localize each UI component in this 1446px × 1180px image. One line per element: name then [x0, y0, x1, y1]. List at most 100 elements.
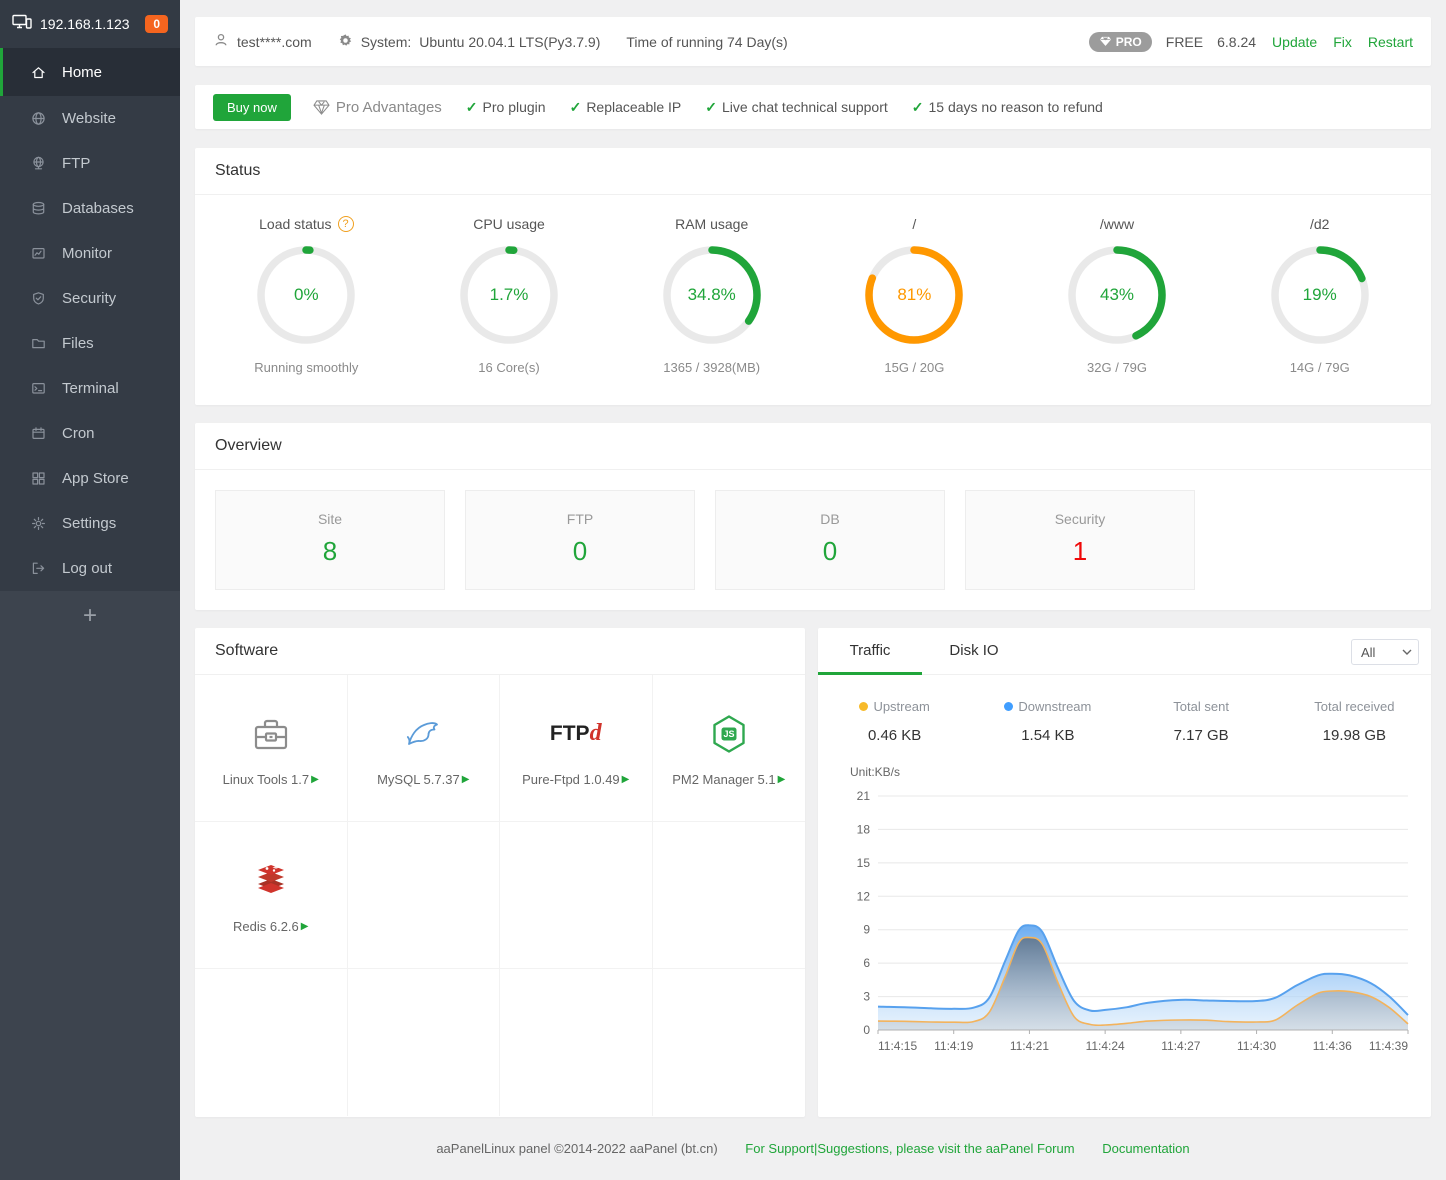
pro-advantages: Pro Advantages	[313, 99, 442, 116]
copyright: aaPanelLinux panel ©2014-2022 aaPanel (b…	[436, 1141, 717, 1156]
sidebar: 192.168.1.123 0 Home Website FTPDatabasesM…	[0, 0, 180, 1180]
overview-label: DB	[716, 511, 944, 527]
globe-icon	[30, 110, 47, 127]
overview-card-security[interactable]: Security1	[965, 490, 1195, 590]
sidebar-item-app-store[interactable]: App Store	[0, 456, 180, 501]
svg-text:0: 0	[863, 1023, 870, 1037]
svg-text:11:4:15: 11:4:15	[878, 1039, 917, 1053]
sidebar-item-ftp[interactable]: FTP	[0, 141, 180, 186]
system-group: System: Ubuntu 20.04.1 LTS(Py3.7.9)	[338, 33, 601, 51]
update-link[interactable]: Update	[1272, 34, 1317, 50]
svg-text:Unit:KB/s: Unit:KB/s	[850, 765, 900, 779]
svg-text:11:4:27: 11:4:27	[1161, 1039, 1200, 1053]
gauge-: /81%15G / 20G	[813, 213, 1016, 375]
svg-text:15: 15	[857, 856, 871, 870]
promo-feature-pro-plugin: ✓Pro plugin	[466, 99, 546, 116]
gauge-value: 0%	[254, 243, 358, 347]
promo-feature-live-chat-technical-support: ✓Live chat technical support	[705, 99, 888, 116]
traffic-card: TrafficDisk IO All Upstream0.46 KBDownst…	[818, 628, 1431, 1117]
terminal-icon	[30, 380, 47, 397]
gauge-ring: 34.8%	[660, 243, 764, 347]
panel-version: 6.8.24	[1217, 34, 1256, 50]
buy-now-button[interactable]: Buy now	[213, 94, 291, 121]
overview-card-site[interactable]: Site8	[215, 490, 445, 590]
svg-text:9: 9	[863, 923, 870, 937]
tab-disk-io[interactable]: Disk IO	[922, 628, 1026, 674]
sidebar-item-security[interactable]: Security	[0, 276, 180, 321]
traffic-tabs: TrafficDisk IO	[818, 628, 1431, 675]
sidebar-item-settings[interactable]: Settings	[0, 501, 180, 546]
software-name-text: Linux Tools 1.7	[223, 772, 310, 787]
software-grid: Linux Tools 1.7▶MySQL 5.7.37▶FTPdPure-Ft…	[195, 675, 805, 1116]
top-bar-right: PRO FREE 6.8.24 Update Fix Restart	[1089, 32, 1413, 52]
computer-icon	[12, 14, 32, 35]
software-item-pm2-manager-5-1[interactable]: JSPM2 Manager 5.1▶	[653, 675, 806, 822]
software-empty-cell	[653, 969, 806, 1116]
ftp-icon	[30, 155, 47, 172]
sidebar-item-terminal[interactable]: Terminal	[0, 366, 180, 411]
gauge-sub: 32G / 79G	[1016, 360, 1219, 375]
sidebar-item-label: Terminal	[62, 380, 119, 397]
tab-traffic[interactable]: Traffic	[818, 628, 922, 674]
gauge-cpu-usage: CPU usage1.7%16 Core(s)	[408, 213, 611, 375]
software-item-mysql-5-7-37[interactable]: MySQL 5.7.37▶	[348, 675, 501, 822]
play-icon: ▶	[462, 774, 470, 785]
sidebar-item-label: Website	[62, 110, 116, 127]
software-name-text: PM2 Manager 5.1	[672, 772, 775, 787]
gauge-label: CPU usage	[408, 213, 611, 235]
main-content: test****.com System: Ubuntu 20.04.1 LTS(…	[180, 0, 1446, 1180]
svg-text:12: 12	[857, 889, 871, 903]
overview-card-db[interactable]: DB0	[715, 490, 945, 590]
add-shortcut-button[interactable]: +	[0, 599, 180, 633]
sidebar-item-databases[interactable]: Databases	[0, 186, 180, 231]
bottom-row: Software Linux Tools 1.7▶MySQL 5.7.37▶FT…	[195, 628, 1431, 1117]
software-item-pure-ftpd-1-0-49[interactable]: FTPdPure-Ftpd 1.0.49▶	[500, 675, 653, 822]
ftpd-icon: FTPd	[550, 710, 602, 758]
sidebar-item-website[interactable]: Website	[0, 96, 180, 141]
traffic-stat-upstream: Upstream0.46 KB	[818, 699, 971, 744]
overview-card: Overview Site8FTP0DB0Security1	[195, 423, 1431, 610]
software-item-redis-6-2-6[interactable]: Redis 6.2.6▶	[195, 822, 348, 969]
software-name: Linux Tools 1.7▶	[223, 772, 319, 787]
software-title: Software	[195, 628, 805, 675]
message-count-badge[interactable]: 0	[145, 15, 168, 33]
fix-link[interactable]: Fix	[1333, 34, 1352, 50]
os-icon	[338, 33, 353, 51]
server-ip-header[interactable]: 192.168.1.123 0	[0, 0, 180, 48]
sidebar-item-cron[interactable]: Cron	[0, 411, 180, 456]
promo-bar: Buy now Pro Advantages ✓Pro plugin✓Repla…	[195, 85, 1431, 129]
promo-feature-15-days-no-reason-to-refund: ✓15 days no reason to refund	[912, 99, 1103, 116]
traffic-stat-label-text: Total sent	[1173, 699, 1229, 714]
svg-text:11:4:36: 11:4:36	[1313, 1039, 1352, 1053]
plan-label: FREE	[1166, 34, 1203, 50]
traffic-area-chart: Unit:KB/s03691215182111:4:1511:4:1911:4:…	[832, 760, 1416, 1060]
overview-card-ftp[interactable]: FTP0	[465, 490, 695, 590]
sidebar-item-label: Log out	[62, 560, 112, 577]
software-item-linux-tools-1-7[interactable]: Linux Tools 1.7▶	[195, 675, 348, 822]
calendar-icon	[30, 425, 47, 442]
software-card: Software Linux Tools 1.7▶MySQL 5.7.37▶FT…	[195, 628, 805, 1117]
overview-label: Site	[216, 511, 444, 527]
sidebar-item-log-out[interactable]: Log out	[0, 546, 180, 591]
sidebar-item-monitor[interactable]: Monitor	[0, 231, 180, 276]
gauge-label-text: /www	[1100, 216, 1134, 232]
traffic-stat-value: 19.98 GB	[1278, 727, 1431, 744]
gauge-ring: 81%	[862, 243, 966, 347]
documentation-link[interactable]: Documentation	[1102, 1141, 1189, 1156]
traffic-stat-value: 1.54 KB	[971, 727, 1124, 744]
restart-link[interactable]: Restart	[1368, 34, 1413, 50]
gauge-ring: 43%	[1065, 243, 1169, 347]
traffic-filter-select[interactable]: All	[1351, 639, 1419, 665]
sidebar-item-label: Cron	[62, 425, 95, 442]
play-icon: ▶	[778, 774, 786, 785]
software-name-text: Redis 6.2.6	[233, 919, 299, 934]
support-link[interactable]: For Support|Suggestions, please visit th…	[745, 1141, 1074, 1156]
svg-text:11:4:24: 11:4:24	[1086, 1039, 1125, 1053]
software-empty-cell	[653, 822, 806, 969]
sidebar-item-home[interactable]: Home	[0, 48, 180, 96]
sidebar-item-files[interactable]: Files	[0, 321, 180, 366]
panel-domain[interactable]: test****.com	[237, 34, 312, 50]
home-icon	[30, 64, 47, 81]
gauge-sub: 1365 / 3928(MB)	[610, 360, 813, 375]
help-icon[interactable]: ?	[338, 216, 354, 232]
